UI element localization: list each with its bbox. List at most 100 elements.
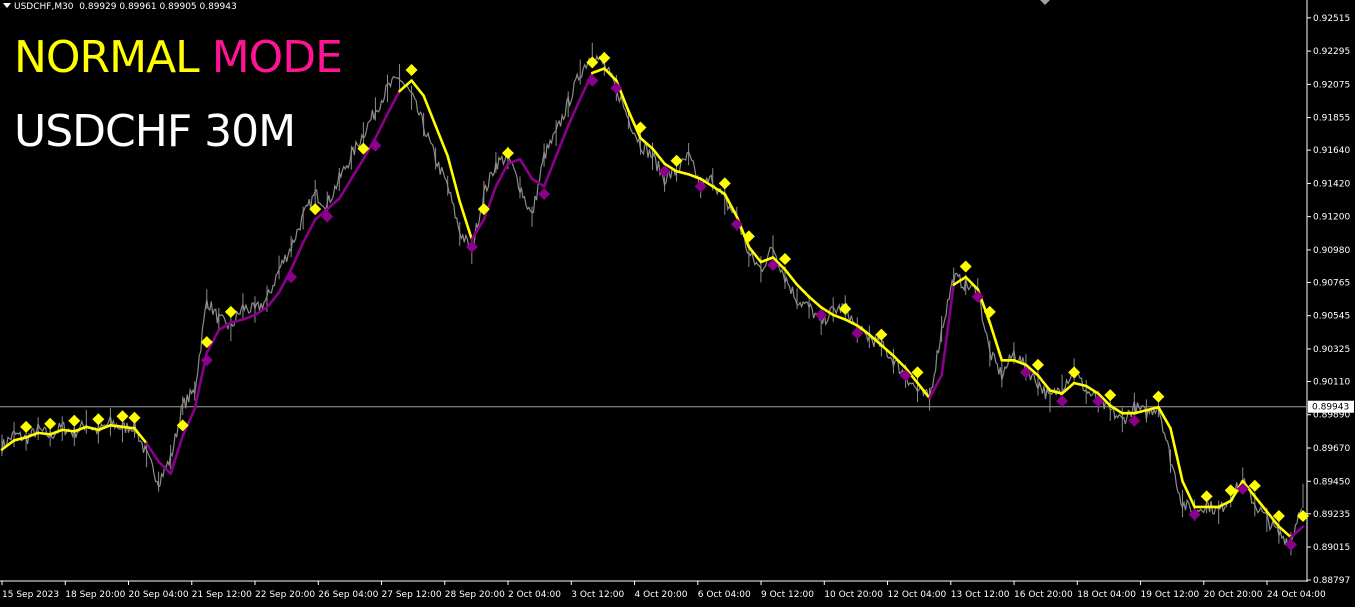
x-tick-label: 6 Oct 04:00 [698, 590, 751, 600]
y-tick-label: 0.89450 [1313, 477, 1350, 487]
y-tick-label: 0.91200 [1313, 213, 1350, 223]
signal-up-diamond [839, 302, 852, 315]
x-tick-label: 22 Sep 20:00 [255, 590, 315, 600]
signal-up-diamond [20, 420, 33, 433]
trend-segment [121, 425, 136, 430]
signal-up-diamond [405, 63, 418, 76]
x-tick-label: 12 Oct 04:00 [888, 590, 947, 600]
signal-up-diamond [128, 411, 141, 424]
trend-segment [289, 241, 305, 271]
signal-up-diamond [501, 147, 514, 160]
y-tick-label: 0.90325 [1313, 345, 1350, 355]
x-tick-label: 19 Oct 12:00 [1141, 590, 1200, 600]
signal-down-diamond [1056, 395, 1069, 408]
x-tick-label: 13 Oct 12:00 [951, 590, 1010, 600]
trend-segment [831, 313, 847, 321]
signal-up-diamond [959, 260, 972, 273]
x-tick-label: 16 Oct 20:00 [1014, 590, 1073, 600]
trend-segment [253, 306, 269, 317]
chart-axes [0, 0, 1308, 582]
x-tick-label: 4 Oct 20:00 [635, 590, 688, 600]
x-tick-label: 21 Sep 12:00 [192, 590, 252, 600]
trend-segment [301, 218, 317, 244]
trend-segment [265, 290, 281, 309]
x-tick-label: 9 Oct 12:00 [761, 590, 814, 600]
trend-segment [687, 173, 702, 181]
trend-segment [241, 313, 257, 321]
trend-segment [542, 154, 558, 188]
trend-segment [928, 374, 943, 400]
signal-up-diamond [1104, 389, 1117, 402]
trend-segment [590, 67, 606, 75]
trend-segment [518, 157, 534, 181]
trend-segment [603, 67, 618, 82]
trend-segment [48, 428, 64, 436]
x-tick-label: 27 Sep 12:00 [382, 590, 442, 600]
y-tick-label: 0.89670 [1313, 444, 1350, 454]
trend-segment [24, 431, 40, 439]
y-tick-label: 0.90765 [1313, 278, 1350, 288]
trend-segment [1169, 427, 1184, 483]
x-tick-label: 2 Oct 04:00 [508, 590, 561, 600]
x-tick-label: 18 Oct 04:00 [1077, 590, 1136, 600]
trend-segment [723, 192, 739, 218]
trend-segment [109, 424, 124, 429]
trend-segment [1072, 381, 1088, 388]
trend-segment [434, 124, 450, 158]
signal-up-diamond [1068, 366, 1081, 379]
signal-up-diamond [68, 414, 81, 427]
trend-segment [988, 321, 1004, 362]
x-tick-label: 20 Oct 20:00 [1204, 590, 1263, 600]
y-tick-label: 0.89015 [1313, 543, 1350, 553]
y-tick-label: 0.91640 [1313, 146, 1350, 156]
signal-up-diamond [116, 410, 129, 423]
trend-segment [398, 79, 413, 93]
trend-segment [482, 185, 498, 221]
y-tick-label: 0.91420 [1313, 179, 1350, 189]
trend-segment [940, 283, 955, 377]
trend-segment [145, 442, 160, 463]
dropdown-triangle-icon[interactable] [3, 3, 11, 8]
signal-up-diamond [1152, 390, 1165, 403]
x-axis-labels: 15 Sep 2023 18 Sep 20:00 20 Sep 04:00 21 Se… [1, 581, 1326, 600]
x-tick-label: 15 Sep 2023 [2, 590, 59, 600]
symbol-label: USDCHF,M30 [14, 2, 74, 12]
price-chart[interactable]: 0.92515 0.92295 0.92075 0.91855 0.91640 0.914… [0, 0, 1355, 607]
trend-segment [337, 177, 353, 200]
y-tick-label: 0.90545 [1313, 312, 1350, 322]
trend-segment [229, 318, 245, 324]
trend-segment [386, 89, 401, 116]
trend-segment [675, 169, 690, 176]
trend-segment [12, 436, 28, 442]
trend-segment [1217, 499, 1233, 509]
signal-up-diamond [718, 177, 731, 190]
trend-segment [36, 431, 52, 436]
signal-up-diamond [1031, 358, 1044, 371]
y-tick-label: 0.92075 [1313, 80, 1350, 90]
y-tick-label: 0.92295 [1313, 47, 1350, 57]
y-tick-label: 0.90110 [1313, 377, 1350, 387]
ohlc-values: 0.89929 0.89961 0.89905 0.89943 [79, 2, 237, 12]
y-tick-label: 0.91855 [1313, 114, 1350, 124]
signal-up-diamond [598, 51, 611, 64]
y-tick-label: 0.89235 [1313, 510, 1350, 520]
signal-up-diamond [1200, 490, 1213, 503]
trend-segment [795, 283, 811, 299]
chart-shift-marker [1040, 0, 1050, 5]
x-tick-label: 28 Sep 20:00 [445, 590, 505, 600]
trend-segment [458, 200, 474, 241]
trend-segment [446, 154, 462, 203]
trend-segment [843, 318, 859, 327]
x-tick-label: 24 Oct 04:00 [1267, 590, 1326, 600]
trend-segment [470, 218, 486, 241]
signal-down-diamond [1128, 414, 1141, 427]
x-tick-label: 18 Sep 20:00 [65, 590, 125, 600]
x-tick-label: 10 Oct 20:00 [824, 590, 883, 600]
x-tick-label: 26 Sep 04:00 [318, 590, 378, 600]
trend-segment [566, 97, 582, 128]
signal-down-diamond [538, 187, 551, 200]
signal-up-diamond [224, 305, 237, 318]
mode-word-normal: NORMAL [14, 32, 200, 83]
trend-segment [410, 79, 425, 97]
trend-segment [554, 124, 570, 158]
